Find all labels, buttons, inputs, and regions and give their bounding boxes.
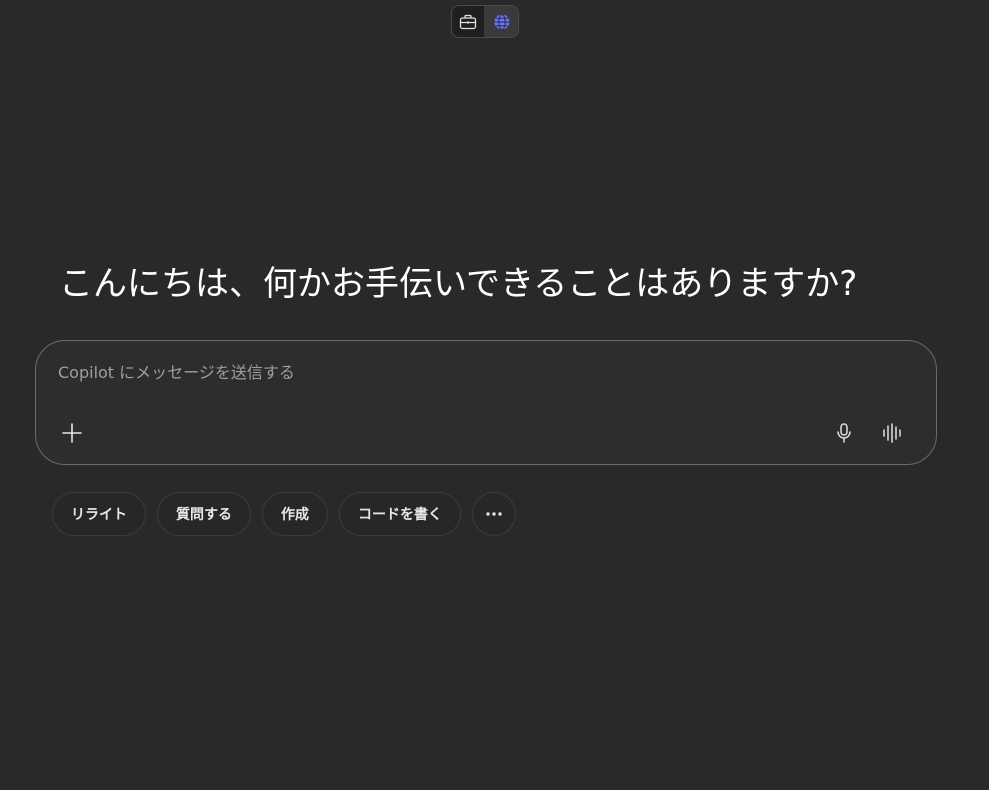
message-composer: [35, 340, 937, 465]
suggestion-chips: リライト 質問する 作成 コードを書く: [52, 492, 516, 536]
microphone-button[interactable]: [828, 417, 860, 449]
suggestion-write-code[interactable]: コードを書く: [339, 492, 461, 536]
greeting-heading: こんにちは、何かお手伝いできることはありますか?: [59, 264, 858, 304]
voice-waveform-icon: [881, 422, 903, 444]
microphone-icon: [835, 422, 853, 444]
suggestion-ask[interactable]: 質問する: [157, 492, 251, 536]
copilot-app: こんにちは、何かお手伝いできることはありますか? Copilot にメッセージを…: [0, 0, 989, 790]
add-attachment-button[interactable]: [56, 417, 88, 449]
work-mode-button[interactable]: [452, 6, 486, 37]
more-suggestions-button[interactable]: [472, 492, 516, 536]
mode-toggle: [451, 5, 519, 38]
briefcase-icon: [459, 14, 477, 30]
plus-icon: [61, 422, 83, 444]
web-mode-button[interactable]: [485, 6, 518, 37]
voice-mode-button[interactable]: [876, 417, 908, 449]
message-input[interactable]: [58, 359, 818, 385]
globe-icon: [493, 13, 511, 31]
more-horizontal-icon: [485, 511, 503, 517]
suggestion-create[interactable]: 作成: [262, 492, 328, 536]
suggestion-rewrite[interactable]: リライト: [52, 492, 146, 536]
